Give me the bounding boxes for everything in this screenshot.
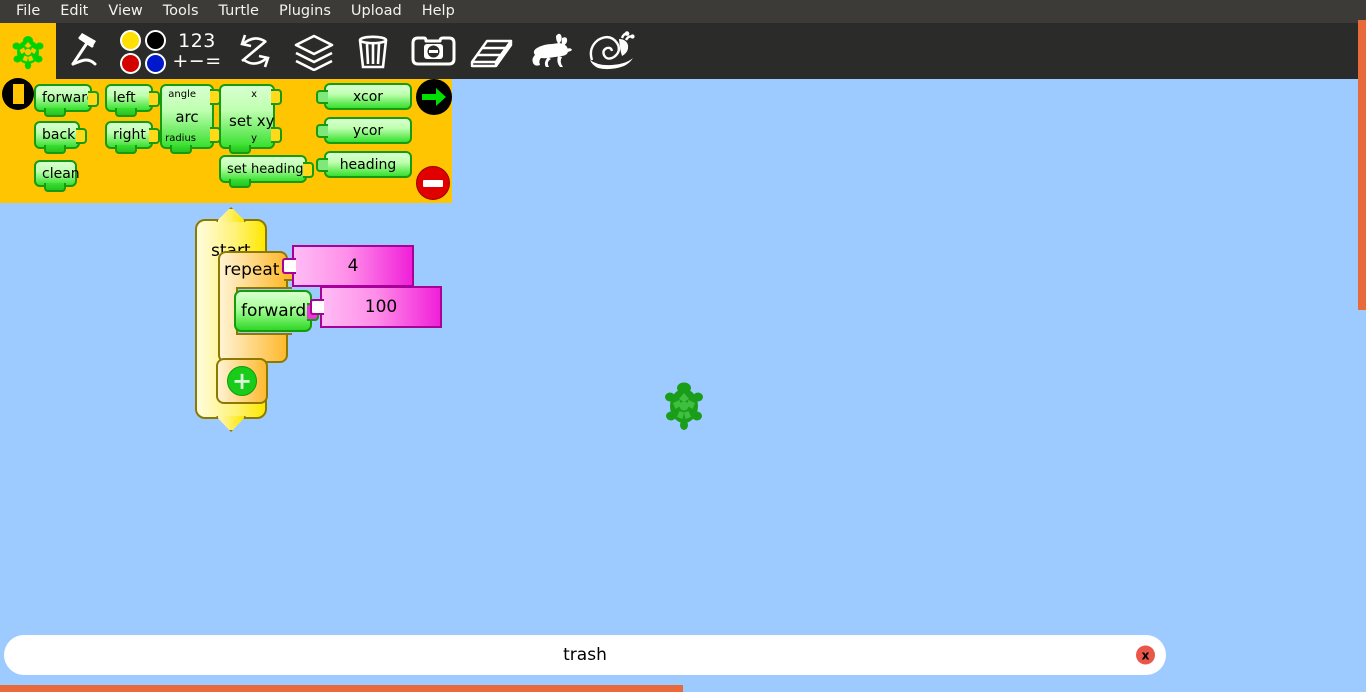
stop-button[interactable] <box>416 166 450 200</box>
snail-icon[interactable] <box>580 23 642 79</box>
socket-icon <box>303 162 314 178</box>
menu-view[interactable]: View <box>98 0 152 23</box>
palette-block-clean[interactable]: clean <box>34 160 80 192</box>
main-toolbar: 123 +−= <box>0 23 1366 79</box>
turtle-logo-icon[interactable] <box>0 23 56 79</box>
hat-top-notch-icon <box>216 207 246 222</box>
eraser-icon[interactable] <box>464 23 520 79</box>
turtleblocks-app: File Edit View Tools Turtle Plugins Uplo… <box>0 0 1366 692</box>
open-box-icon[interactable] <box>284 23 344 79</box>
socket-icon <box>76 128 87 144</box>
forward-label: forward <box>241 301 307 321</box>
swatch-blue[interactable] <box>144 52 166 74</box>
swatch-red[interactable] <box>119 52 141 74</box>
trash-icon[interactable] <box>344 23 402 79</box>
hat-bottom-notch-icon <box>216 416 246 432</box>
plus-icon: + <box>227 366 257 396</box>
plug-icon <box>316 123 328 138</box>
repeat-value: 4 <box>347 256 359 276</box>
palette-block-set-xy[interactable]: set xy x y <box>219 84 282 154</box>
menu-plugins[interactable]: Plugins <box>269 0 341 23</box>
number-plug-icon <box>282 258 296 274</box>
palette-block-left[interactable]: left <box>105 84 160 117</box>
close-icon[interactable]: x <box>1136 645 1155 665</box>
arg-angle: angle <box>168 89 196 100</box>
vertical-scrollbar[interactable] <box>1358 20 1366 310</box>
trash-bar[interactable]: trash x <box>4 635 1166 675</box>
forward-block[interactable]: forward <box>234 290 319 332</box>
forward-value: 100 <box>364 297 398 317</box>
number-block-repeat-count[interactable]: 4 <box>282 245 414 287</box>
repeat-label: repeat <box>224 260 280 280</box>
socket-icon <box>271 127 282 143</box>
number-block-forward-distance[interactable]: 100 <box>310 286 442 328</box>
menu-tools[interactable]: Tools <box>153 0 209 23</box>
plug-icon <box>316 89 328 104</box>
program-canvas[interactable]: start repeat 4 forward 100 + <box>0 203 1366 625</box>
palette-block-forward[interactable]: forward <box>34 84 99 117</box>
arg-x: x <box>251 89 257 100</box>
palette-block-heading[interactable]: heading <box>316 151 412 178</box>
pen-icon[interactable] <box>56 23 118 79</box>
palette-block-xcor[interactable]: xcor <box>316 83 412 110</box>
add-block-button[interactable]: + <box>216 358 268 404</box>
arg-y: y <box>251 133 257 144</box>
refresh-arrows-icon[interactable] <box>226 23 284 79</box>
swatch-yellow[interactable] <box>119 29 141 51</box>
palette-block-right[interactable]: right <box>105 121 160 154</box>
numbers-glyph-bottom: +−= <box>172 50 222 72</box>
socket-icon <box>271 89 282 105</box>
palette-block-back[interactable]: back <box>34 121 87 154</box>
socket-icon <box>88 91 99 107</box>
menu-bar: File Edit View Tools Turtle Plugins Uplo… <box>0 0 1366 23</box>
hide-blocks-icon[interactable] <box>402 23 464 79</box>
menu-help[interactable]: Help <box>412 0 465 23</box>
swatch-black[interactable] <box>144 29 166 51</box>
turtle-sprite[interactable] <box>664 380 704 432</box>
arg-radius: radius <box>165 133 196 144</box>
trash-label: trash <box>563 645 607 665</box>
run-button[interactable] <box>416 79 452 115</box>
palette-block-ycor[interactable]: ycor <box>316 117 412 144</box>
plug-icon <box>316 157 328 172</box>
stop-bar-icon <box>423 179 443 187</box>
menu-turtle[interactable]: Turtle <box>209 0 269 23</box>
menu-edit[interactable]: Edit <box>50 0 98 23</box>
color-palette[interactable] <box>118 29 168 74</box>
green-arrow-icon <box>422 88 446 106</box>
horizontal-scrollbar[interactable] <box>0 685 683 692</box>
color-swatches-icon[interactable] <box>118 23 168 79</box>
palette-block-arc[interactable]: arc angle radius <box>160 84 221 154</box>
socket-icon <box>149 91 160 107</box>
palette-block-set-heading[interactable]: set heading <box>219 155 314 188</box>
numbers-glyph-top: 123 <box>178 30 216 52</box>
category-bar-icon <box>12 84 24 104</box>
rabbit-icon[interactable] <box>520 23 580 79</box>
palette-category-indicator[interactable] <box>2 78 34 110</box>
number-plug-icon <box>310 299 324 315</box>
menu-file[interactable]: File <box>6 0 50 23</box>
menu-upload[interactable]: Upload <box>341 0 412 23</box>
numbers-icon[interactable]: 123 +−= <box>168 23 226 79</box>
socket-icon <box>149 128 160 144</box>
block-palette: forward back clean left right arc angle … <box>0 79 452 203</box>
